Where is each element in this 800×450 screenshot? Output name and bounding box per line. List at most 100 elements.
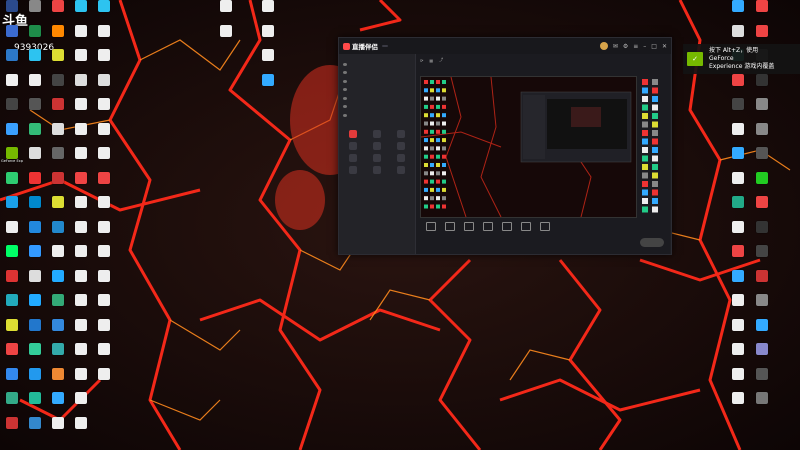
tool-button[interactable] (342, 165, 364, 175)
desktop-shortcut[interactable] (751, 343, 773, 367)
desktop-shortcut[interactable] (727, 294, 749, 318)
desktop-shortcut[interactable] (1, 122, 23, 147)
desktop-shortcut[interactable] (93, 294, 115, 318)
desktop-shortcut[interactable] (70, 367, 92, 392)
desktop-shortcut[interactable] (47, 24, 69, 49)
bottom-tool-button[interactable] (502, 222, 512, 232)
desktop-shortcut[interactable] (257, 49, 279, 73)
desktop-shortcut[interactable] (24, 98, 46, 122)
desktop-shortcut[interactable] (47, 343, 69, 367)
desktop-shortcut[interactable] (70, 245, 92, 269)
tool-button[interactable] (366, 153, 388, 163)
desktop-shortcut[interactable] (47, 0, 69, 24)
share-icon[interactable]: ⤴ (439, 57, 443, 63)
desktop-shortcut[interactable] (1, 367, 23, 392)
desktop-shortcut[interactable] (70, 294, 92, 318)
tool-button[interactable] (390, 141, 412, 151)
live-preview[interactable] (420, 76, 637, 218)
desktop-shortcut[interactable] (47, 392, 69, 416)
desktop-shortcut[interactable] (727, 147, 749, 171)
desktop-shortcut[interactable] (93, 245, 115, 269)
bottom-tool-button[interactable] (483, 222, 493, 232)
desktop-shortcut[interactable] (1, 24, 23, 49)
desktop-shortcut[interactable] (47, 49, 69, 73)
desktop-shortcut[interactable] (70, 343, 92, 367)
desktop-shortcut[interactable] (47, 269, 69, 294)
desktop-shortcut[interactable] (93, 73, 115, 98)
desktop-shortcut[interactable] (215, 0, 237, 24)
avatar[interactable] (599, 42, 608, 50)
desktop-shortcut[interactable] (727, 0, 749, 24)
scene-item[interactable] (339, 103, 415, 112)
desktop-shortcut[interactable] (751, 196, 773, 220)
eye-icon[interactable] (343, 62, 347, 66)
geforce-notification[interactable]: ✓ 按下 Alt+Z，使用 GeForce Experience 游戏内覆盖 (683, 44, 800, 74)
scene-item[interactable] (339, 111, 415, 120)
desktop-shortcut[interactable] (1, 269, 23, 294)
eye-icon[interactable] (343, 71, 347, 75)
desktop-shortcut[interactable] (93, 343, 115, 367)
desktop-shortcut[interactable] (1, 73, 23, 98)
desktop-shortcut[interactable] (24, 147, 46, 171)
scene-item[interactable] (339, 77, 415, 86)
desktop-shortcut[interactable] (70, 196, 92, 220)
live-streaming-app-window[interactable]: 直播伴侣 ✉ ⚙ ≡ – □ ✕ ⟳ ▦ ⤴ (338, 37, 672, 255)
bottom-tool-button[interactable] (540, 222, 550, 232)
bottom-tool-button[interactable] (426, 222, 436, 232)
desktop-shortcut[interactable] (257, 24, 279, 49)
desktop-shortcut[interactable] (257, 0, 279, 24)
desktop-shortcut[interactable] (24, 220, 46, 245)
desktop-shortcut[interactable] (727, 269, 749, 294)
desktop-shortcut[interactable] (70, 318, 92, 343)
desktop-shortcut[interactable] (751, 318, 773, 343)
desktop-shortcut[interactable] (24, 343, 46, 367)
desktop-shortcut[interactable] (24, 73, 46, 98)
desktop-shortcut[interactable] (1, 98, 23, 122)
desktop-shortcut[interactable] (70, 73, 92, 98)
mail-icon[interactable]: ✉ (613, 43, 618, 50)
desktop-shortcut[interactable] (47, 98, 69, 122)
desktop-shortcut[interactable] (751, 98, 773, 122)
desktop-shortcut[interactable] (24, 24, 46, 49)
desktop-shortcut[interactable] (93, 269, 115, 294)
eye-icon[interactable] (343, 79, 347, 83)
eye-icon[interactable] (343, 113, 347, 117)
desktop-shortcut[interactable] (24, 294, 46, 318)
desktop-shortcut[interactable] (215, 24, 237, 49)
desktop-shortcut[interactable] (751, 294, 773, 318)
desktop-shortcut[interactable] (47, 318, 69, 343)
desktop-shortcut[interactable] (24, 245, 46, 269)
desktop-shortcut[interactable] (93, 24, 115, 49)
settings-icon[interactable]: ⚙ (623, 43, 628, 50)
tool-button[interactable] (342, 153, 364, 163)
desktop-shortcut[interactable] (24, 416, 46, 441)
menu-icon[interactable]: ≡ (633, 43, 638, 50)
desktop-shortcut[interactable] (24, 49, 46, 73)
layer-icon[interactable]: ▦ (429, 58, 433, 63)
desktop-shortcut[interactable] (751, 147, 773, 171)
desktop-shortcut[interactable] (70, 147, 92, 171)
desktop-shortcut[interactable] (1, 245, 23, 269)
scene-item[interactable] (339, 94, 415, 103)
desktop-shortcut[interactable] (47, 196, 69, 220)
desktop-shortcut[interactable] (47, 220, 69, 245)
desktop-shortcut[interactable] (47, 294, 69, 318)
desktop-shortcut[interactable] (1, 392, 23, 416)
bottom-tool-button[interactable] (445, 222, 455, 232)
desktop-shortcut[interactable] (1, 294, 23, 318)
scene-item[interactable] (339, 86, 415, 95)
bottom-tool-button[interactable] (464, 222, 474, 232)
desktop-shortcut[interactable] (257, 73, 279, 98)
tool-button[interactable] (390, 153, 412, 163)
desktop-shortcut[interactable] (751, 122, 773, 147)
desktop-shortcut[interactable] (70, 98, 92, 122)
desktop-shortcut[interactable] (93, 318, 115, 343)
desktop-shortcut[interactable] (70, 0, 92, 24)
maximize-icon[interactable]: □ (651, 43, 657, 50)
desktop-shortcut[interactable] (93, 367, 115, 392)
desktop-shortcut[interactable] (70, 416, 92, 441)
desktop-shortcut[interactable] (93, 122, 115, 147)
desktop-shortcut[interactable] (1, 318, 23, 343)
desktop-shortcut[interactable] (47, 367, 69, 392)
desktop-shortcut[interactable] (727, 122, 749, 147)
